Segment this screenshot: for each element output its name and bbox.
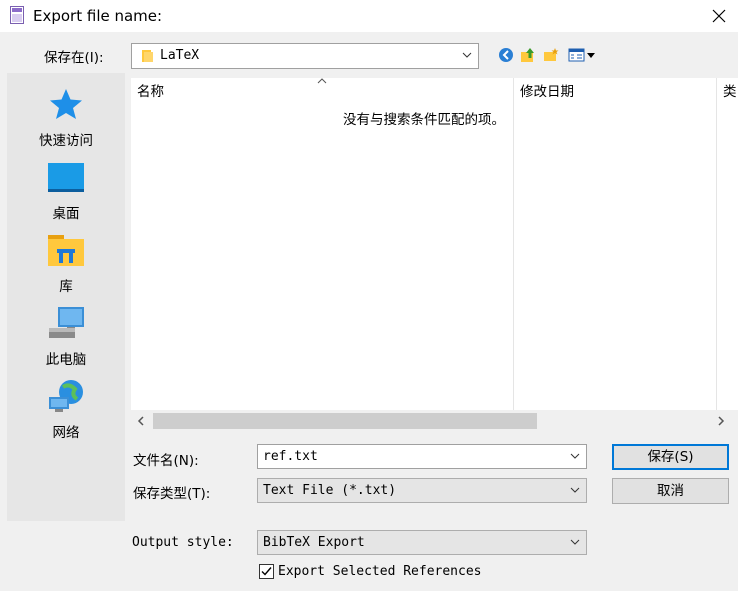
cancel-button[interactable]: 取消 xyxy=(612,478,729,504)
back-arrow-icon xyxy=(499,48,513,62)
folder-icon xyxy=(142,50,153,62)
export-selected-label[interactable]: Export Selected References xyxy=(278,564,482,579)
new-folder-button[interactable] xyxy=(541,45,561,65)
close-button[interactable] xyxy=(700,0,738,32)
file-name-value: ref.txt xyxy=(263,449,318,464)
back-button[interactable] xyxy=(496,45,516,65)
file-type-value: Text File (*.txt) xyxy=(263,483,397,498)
chevron-down-icon xyxy=(462,52,472,58)
place-label: 快速访问 xyxy=(39,133,93,149)
chevron-down-icon[interactable] xyxy=(570,453,580,459)
column-header-type[interactable]: 类 xyxy=(717,78,738,106)
place-desktop[interactable]: 桌面 xyxy=(7,154,125,224)
column-divider xyxy=(513,78,514,410)
place-this-pc[interactable]: 此电脑 xyxy=(7,300,125,370)
column-header-modified[interactable]: 修改日期 xyxy=(514,78,716,106)
place-label: 网络 xyxy=(52,425,80,441)
up-folder-button[interactable] xyxy=(518,45,538,65)
up-folder-icon xyxy=(521,48,534,62)
file-name-input[interactable]: ref.txt xyxy=(257,444,587,469)
sort-up-icon xyxy=(317,78,327,84)
window-title: Export file name: xyxy=(33,7,163,25)
output-style-dropdown[interactable]: BibTeX Export xyxy=(257,530,587,555)
empty-message: 没有与搜索条件匹配的项。 xyxy=(343,112,505,128)
new-folder-icon xyxy=(544,48,559,61)
chevron-down-icon xyxy=(570,487,580,493)
network-icon xyxy=(49,380,83,412)
chevron-down-icon xyxy=(570,539,580,545)
file-list[interactable]: 名称 修改日期 类 没有与搜索条件匹配的项。 xyxy=(131,78,738,432)
output-style-value: BibTeX Export xyxy=(263,535,365,550)
file-type-dropdown[interactable]: Text File (*.txt) xyxy=(257,478,587,503)
output-style-label: Output style: xyxy=(132,535,234,550)
view-menu-button[interactable] xyxy=(567,45,597,65)
place-network[interactable]: 网络 xyxy=(7,373,125,443)
save-button[interactable]: 保存(S) xyxy=(612,444,729,470)
app-icon xyxy=(10,6,24,24)
horizontal-scrollbar[interactable] xyxy=(131,410,738,432)
place-label: 此电脑 xyxy=(45,352,87,368)
file-name-label: 文件名(N): xyxy=(133,453,199,469)
view-grid-icon xyxy=(568,48,595,62)
scrollbar-thumb[interactable] xyxy=(153,413,537,429)
scroll-right-icon[interactable] xyxy=(717,416,725,426)
places-bar: 快速访问 桌面 库 此电脑 网络 xyxy=(7,73,125,521)
place-label: 桌面 xyxy=(52,206,80,222)
save-in-dropdown[interactable]: LaTeX xyxy=(131,43,479,69)
close-icon xyxy=(712,9,726,23)
star-icon xyxy=(50,89,82,119)
place-library[interactable]: 库 xyxy=(7,227,125,297)
checkmark-icon xyxy=(261,567,272,576)
place-label: 库 xyxy=(59,279,73,295)
column-divider xyxy=(716,78,717,410)
save-in-label: 保存在(I): xyxy=(44,50,104,66)
library-icon xyxy=(48,235,84,266)
export-selected-checkbox[interactable] xyxy=(259,564,274,579)
scroll-left-icon[interactable] xyxy=(137,416,145,426)
title-bar: Export file name: xyxy=(0,0,738,32)
computer-icon xyxy=(49,307,84,338)
save-in-value: LaTeX xyxy=(160,48,200,63)
place-quick-access[interactable]: 快速访问 xyxy=(7,81,125,151)
file-type-label: 保存类型(T): xyxy=(133,486,211,502)
desktop-icon xyxy=(48,163,84,192)
